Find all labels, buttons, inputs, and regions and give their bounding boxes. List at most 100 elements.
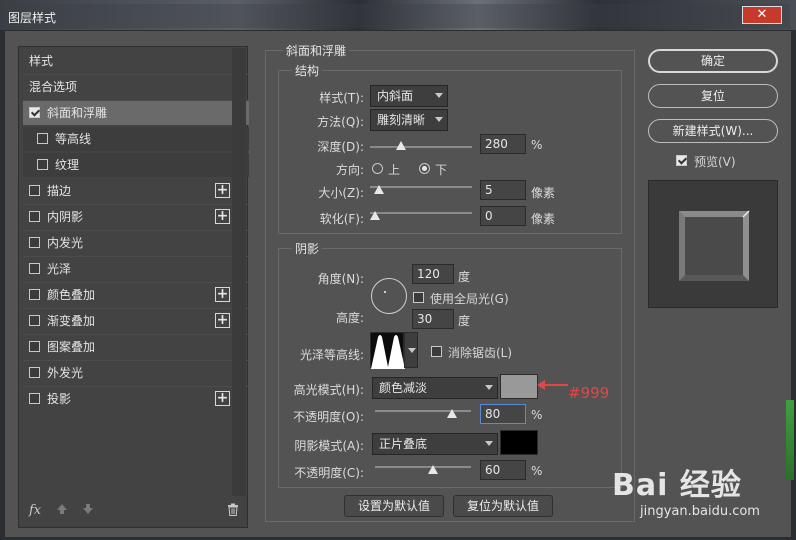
direction-up-radio[interactable]	[372, 163, 383, 174]
soften-unit: 像素	[531, 212, 556, 226]
altitude-label: 高度:	[335, 311, 364, 325]
texture-checkbox[interactable]	[37, 159, 48, 170]
shadow-opacity-track[interactable]	[375, 466, 471, 468]
set-default-button[interactable]: 设置为默认值	[344, 495, 444, 517]
blending-options-item[interactable]: 混合选项	[23, 75, 249, 99]
soften-slider-thumb[interactable]	[370, 211, 380, 220]
sidebar-item-gradient-overlay[interactable]: 渐变叠加 +	[23, 309, 249, 333]
add-drop-shadow-icon[interactable]: +	[215, 391, 230, 406]
size-label: 大小(Z):	[318, 186, 364, 200]
structure-title: 结构	[292, 62, 323, 79]
gradient-overlay-checkbox[interactable]	[29, 315, 40, 326]
sidebar-item-outer-glow[interactable]: 外发光	[23, 361, 249, 385]
sidebar-item-satin[interactable]: 光泽	[23, 257, 249, 281]
trash-icon[interactable]	[227, 503, 239, 520]
gloss-contour-dropdown[interactable]	[404, 332, 418, 368]
size-input[interactable]: 5	[480, 180, 526, 200]
dialog-title: 图层样式	[8, 11, 57, 25]
preview-thumbnail	[679, 210, 750, 281]
sidebar-item-inner-shadow[interactable]: 内阴影 +	[23, 205, 249, 229]
highlight-opacity-thumb[interactable]	[447, 409, 457, 418]
soften-input[interactable]: 0	[480, 206, 526, 226]
highlight-opacity-input[interactable]: 80	[480, 404, 526, 424]
color-overlay-checkbox[interactable]	[29, 289, 40, 300]
chevron-down-icon	[485, 441, 493, 446]
altitude-input[interactable]: 30	[412, 309, 454, 329]
reset-default-button[interactable]: 复位为默认值	[453, 495, 553, 517]
depth-slider-thumb[interactable]	[396, 141, 406, 150]
sidebar-item-bevel-emboss[interactable]: 斜面和浮雕	[23, 101, 249, 125]
sidebar-item-contour[interactable]: 等高线	[23, 127, 249, 151]
add-stroke-icon[interactable]: +	[215, 183, 230, 198]
highlight-mode-label: 高光模式(H):	[293, 383, 364, 397]
shadow-opacity-label: 不透明度(C):	[294, 466, 364, 480]
gloss-contour-picker[interactable]	[370, 332, 405, 369]
sidebar-item-drop-shadow[interactable]: 投影 +	[23, 387, 249, 411]
fx-icon[interactable]: fx	[29, 503, 41, 518]
direction-down-radio[interactable]	[419, 163, 430, 174]
new-style-button[interactable]: 新建样式(W)...	[648, 119, 778, 143]
ok-button[interactable]: 确定	[648, 49, 778, 73]
style-select[interactable]: 内斜面	[370, 85, 448, 107]
sidebar-item-texture[interactable]: 纹理	[23, 153, 249, 177]
global-light-checkbox[interactable]	[413, 292, 424, 303]
preview-checkbox[interactable]	[676, 155, 687, 166]
move-down-icon[interactable]	[82, 503, 94, 519]
gradient-overlay-label: 渐变叠加	[47, 314, 96, 328]
sidebar-item-pattern-overlay[interactable]: 图案叠加	[23, 335, 249, 359]
drop-shadow-checkbox[interactable]	[29, 393, 40, 404]
pattern-overlay-checkbox[interactable]	[29, 341, 40, 352]
highlight-mode-select[interactable]: 颜色减淡	[372, 377, 498, 399]
styles-scrollbar[interactable]	[232, 48, 246, 496]
style-preview	[648, 180, 778, 308]
move-up-icon[interactable]	[56, 503, 68, 519]
angle-label: 角度(N):	[317, 272, 364, 286]
highlight-mode-value: 颜色减淡	[379, 381, 428, 395]
add-color-overlay-icon[interactable]: +	[215, 287, 230, 302]
bevel-checkbox[interactable]	[29, 107, 40, 118]
depth-slider-track[interactable]	[370, 146, 472, 148]
angle-dial-dot	[384, 291, 386, 293]
sidebar-item-stroke[interactable]: 描边 +	[23, 179, 249, 203]
shadow-mode-value: 正片叠底	[379, 437, 428, 451]
shadow-opacity-thumb[interactable]	[428, 465, 438, 474]
styles-header[interactable]: 样式	[23, 49, 249, 73]
inner-glow-checkbox[interactable]	[29, 237, 40, 248]
texture-label: 纹理	[55, 158, 80, 172]
satin-label: 光泽	[47, 262, 72, 276]
bevel-label: 斜面和浮雕	[47, 106, 108, 120]
depth-unit: %	[531, 138, 543, 152]
depth-input[interactable]: 280	[480, 134, 526, 154]
antialias-checkbox[interactable]	[431, 346, 442, 357]
sidebar-item-color-overlay[interactable]: 颜色叠加 +	[23, 283, 249, 307]
inner-shadow-checkbox[interactable]	[29, 211, 40, 222]
size-slider-track[interactable]	[370, 186, 472, 188]
angle-input[interactable]: 120	[412, 264, 454, 284]
antialias-label: 消除锯齿(L)	[448, 346, 513, 360]
shadow-opacity-input[interactable]: 60	[480, 460, 526, 480]
chevron-down-icon	[408, 348, 416, 353]
add-inner-shadow-icon[interactable]: +	[215, 209, 230, 224]
chevron-down-icon	[435, 117, 443, 122]
preview-label: 预览(V)	[694, 155, 736, 169]
contour-checkbox[interactable]	[37, 133, 48, 144]
sidebar-item-inner-glow[interactable]: 内发光	[23, 231, 249, 255]
highlight-color-swatch[interactable]	[500, 374, 538, 399]
contour-label: 等高线	[55, 132, 92, 146]
satin-checkbox[interactable]	[29, 263, 40, 274]
shadow-color-swatch[interactable]	[500, 430, 538, 455]
chevron-down-icon	[435, 93, 443, 98]
shadow-mode-select[interactable]: 正片叠底	[372, 433, 498, 455]
stroke-checkbox[interactable]	[29, 185, 40, 196]
outer-glow-checkbox[interactable]	[29, 367, 40, 378]
technique-select[interactable]: 雕刻清晰	[370, 109, 448, 131]
soften-slider-track[interactable]	[370, 212, 472, 214]
annotation-arrow-icon	[537, 380, 568, 390]
size-slider-thumb[interactable]	[374, 185, 384, 194]
add-gradient-overlay-icon[interactable]: +	[215, 313, 230, 328]
technique-select-value: 雕刻清晰	[377, 113, 426, 127]
close-button[interactable]: ✕	[742, 6, 782, 24]
reset-button[interactable]: 复位	[648, 84, 778, 108]
depth-label: 深度(D):	[317, 140, 364, 154]
angle-dial[interactable]	[371, 278, 407, 314]
